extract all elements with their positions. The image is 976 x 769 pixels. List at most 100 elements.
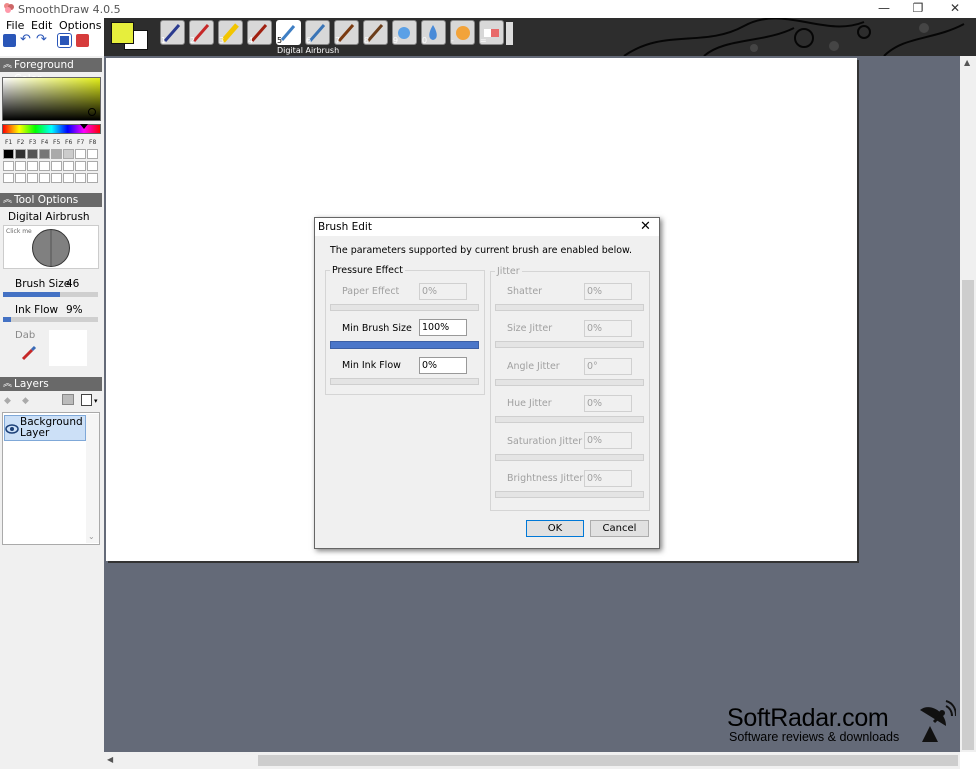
palette-swatch[interactable]	[51, 149, 62, 159]
palette-swatch[interactable]	[3, 173, 14, 183]
palette-swatch[interactable]	[39, 173, 50, 183]
menu-edit[interactable]: Edit	[31, 19, 52, 32]
brush-preview-circle	[32, 229, 70, 267]
layer-menu-dropdown-icon[interactable]: ▾	[94, 397, 98, 405]
angle-jitter-label: Angle Jitter	[507, 361, 560, 372]
watermark-title: SoftRadar.com	[727, 704, 889, 732]
jitter-title: Jitter	[495, 266, 522, 277]
palette-swatch[interactable]	[51, 173, 62, 183]
menu-options[interactable]: Options	[59, 19, 101, 32]
paper-effect-slider	[330, 304, 479, 311]
ink-flow-slider-fill	[3, 317, 11, 322]
move-layer-down-icon[interactable]: ◆	[22, 396, 29, 406]
window-title: SmoothDraw 4.0.5	[18, 3, 121, 16]
tool-number-9: 9	[393, 36, 399, 45]
palette-swatch[interactable]	[15, 161, 26, 171]
scroll-down-icon[interactable]: ⌄	[88, 532, 95, 541]
color-picker-marker[interactable]	[88, 108, 96, 116]
palette-swatch[interactable]	[75, 173, 86, 183]
palette-swatch[interactable]	[27, 161, 38, 171]
brightness-jitter-slider	[495, 491, 644, 498]
brush-size-value: 46	[66, 278, 80, 290]
palette-swatch[interactable]	[39, 149, 50, 159]
palette-swatch[interactable]	[15, 173, 26, 183]
palette-swatch[interactable]	[87, 161, 98, 171]
tool-options-title: Tool Options	[14, 194, 79, 206]
palette-swatch[interactable]	[75, 161, 86, 171]
palette-swatch[interactable]	[87, 149, 98, 159]
scroll-left-icon[interactable]: ◀	[107, 755, 113, 764]
fkey-label: F3	[29, 139, 37, 146]
saturation-jitter-slider	[495, 454, 644, 461]
hue-jitter-label: Hue Jitter	[507, 398, 552, 409]
brush-size-slider[interactable]	[3, 292, 98, 297]
palette-swatch[interactable]	[27, 149, 38, 159]
dialog-title: Brush Edit	[318, 221, 372, 233]
pressure-effect-title: Pressure Effect	[330, 265, 405, 276]
collapse-chevron-icon: ︽	[3, 379, 13, 389]
ink-flow-slider[interactable]	[3, 317, 98, 322]
palette-swatch[interactable]	[63, 149, 74, 159]
move-layer-up-icon[interactable]: ◆	[4, 396, 11, 406]
saturation-jitter-label: Saturation Jitter	[507, 436, 583, 447]
shatter-label: Shatter	[507, 286, 543, 297]
tool-number-8: 8	[364, 36, 370, 45]
tool-more-dropdown[interactable]	[506, 22, 513, 45]
min-brush-size-label: Min Brush Size	[342, 323, 412, 334]
layers-title: Layers	[14, 378, 49, 390]
min-ink-flow-slider[interactable]	[330, 378, 479, 385]
horizontal-scroll-thumb[interactable]	[258, 755, 958, 766]
size-jitter-slider	[495, 341, 644, 348]
palette-swatch[interactable]	[75, 149, 86, 159]
min-brush-size-slider[interactable]	[330, 341, 479, 349]
dialog-close-icon[interactable]: ✕	[640, 219, 651, 234]
hue-jitter-field: 0%	[584, 395, 632, 412]
tool-options-header[interactable]: ︽ Tool Options	[0, 193, 102, 207]
fkey-label: F7	[77, 139, 85, 146]
undo-icon[interactable]: ↶	[20, 33, 33, 47]
shatter-field: 0%	[584, 283, 632, 300]
size-jitter-field: 0%	[584, 320, 632, 337]
eyedropper-icon[interactable]	[20, 344, 38, 362]
min-brush-size-field[interactable]: 100%	[419, 319, 467, 336]
app-icon	[4, 3, 14, 13]
palette-swatch[interactable]	[15, 149, 26, 159]
menu-file[interactable]: File	[6, 19, 24, 32]
foreground-color-swatch[interactable]	[111, 22, 134, 44]
save-icon[interactable]	[3, 34, 16, 47]
close-button[interactable]: ✕	[937, 0, 973, 18]
redo-icon[interactable]: ↷	[36, 33, 49, 47]
min-ink-flow-field[interactable]: 0%	[419, 357, 467, 374]
tool-number-0: 0	[422, 36, 428, 45]
new-page-icon[interactable]	[57, 33, 72, 48]
palette-swatch[interactable]	[51, 161, 62, 171]
palette-swatch[interactable]	[87, 173, 98, 183]
hue-marker-icon[interactable]	[80, 124, 88, 129]
photo-icon[interactable]	[76, 34, 89, 47]
palette-swatch[interactable]	[3, 161, 14, 171]
palette-swatch[interactable]	[63, 173, 74, 183]
palette-swatch[interactable]	[63, 161, 74, 171]
eye-visibility-icon[interactable]	[5, 422, 19, 436]
vertical-scroll-thumb[interactable]	[962, 280, 974, 750]
palette-swatch[interactable]	[27, 173, 38, 183]
layer-menu-icon[interactable]	[81, 394, 92, 406]
restore-button[interactable]: ❐	[900, 0, 936, 18]
minimize-button[interactable]: —	[866, 0, 902, 18]
palette-swatch[interactable]	[3, 149, 14, 159]
foreground-color-header[interactable]: ︽Foreground Color	[0, 58, 102, 85]
cancel-button[interactable]: Cancel	[590, 520, 649, 537]
angle-jitter-slider	[495, 379, 644, 386]
ok-button[interactable]: OK	[526, 520, 584, 537]
ink-flow-value: 9%	[66, 304, 83, 316]
current-tool-name: Digital Airbrush	[8, 211, 90, 223]
palette-swatch[interactable]	[39, 161, 50, 171]
dab-swatch[interactable]	[49, 330, 87, 366]
layers-scrollbar[interactable]	[86, 414, 99, 543]
scroll-up-icon[interactable]: ▲	[964, 58, 970, 67]
color-picker-gradient[interactable]	[2, 77, 101, 121]
new-layer-icon[interactable]	[62, 394, 74, 405]
layers-header[interactable]: ︽ Layers	[0, 377, 102, 391]
title-bar	[0, 0, 976, 18]
ink-flow-label: Ink Flow	[15, 304, 59, 316]
